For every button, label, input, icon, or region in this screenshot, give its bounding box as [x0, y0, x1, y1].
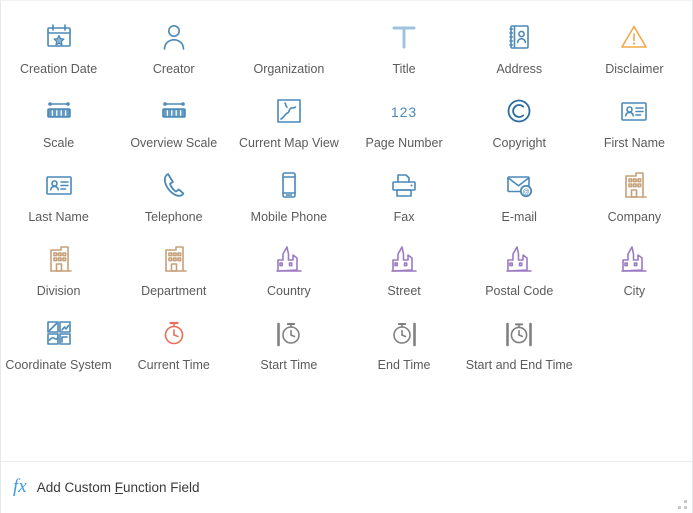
field-grid: Creation Date Creator Organization Title Add…	[1, 9, 692, 379]
stopwatch-end-icon	[382, 311, 426, 355]
stopwatch-start-end-icon	[497, 311, 541, 355]
cityscape-icon	[612, 237, 656, 281]
stopwatch-icon	[152, 311, 196, 355]
action-label-after: unction Field	[123, 480, 200, 495]
field-tile[interactable]: Fax	[346, 157, 461, 231]
stopwatch-start-icon	[267, 311, 311, 355]
text-t-icon	[382, 15, 426, 59]
field-tile-label: Current Time	[137, 358, 210, 372]
warning-triangle-icon	[612, 15, 656, 59]
digits-123-icon: 123	[382, 89, 426, 133]
person-icon	[152, 15, 196, 59]
field-tile-label: Title	[392, 62, 416, 76]
field-tile[interactable]: Postal Code	[462, 231, 577, 305]
field-tile-label: Telephone	[144, 210, 203, 224]
none	[267, 15, 311, 59]
field-tile[interactable]: End Time	[346, 305, 461, 379]
field-tile-label: Fax	[393, 210, 415, 224]
fx-icon: fx	[13, 476, 27, 497]
field-tile[interactable]: Company	[577, 157, 692, 231]
field-tile-label: E-mail	[501, 210, 537, 224]
contact-card-icon	[37, 163, 81, 207]
field-tile-label: City	[623, 284, 646, 298]
field-tile[interactable]: Address	[462, 9, 577, 83]
field-tile-label: Company	[607, 210, 662, 224]
envelope-at-icon: @	[497, 163, 541, 207]
office-building-icon	[37, 237, 81, 281]
field-tile-label: First Name	[603, 136, 665, 150]
svg-text:123: 123	[391, 104, 417, 120]
map-tiles-grid-icon	[37, 311, 81, 355]
office-building-icon	[152, 237, 196, 281]
copyright-icon	[497, 89, 541, 133]
add-custom-function-field-button[interactable]: Add Custom Function Field	[37, 480, 200, 495]
field-tile[interactable]: Copyright	[462, 83, 577, 157]
field-tile-label: Coordinate System	[5, 358, 112, 372]
field-tile[interactable]: Mobile Phone	[231, 157, 346, 231]
field-tile[interactable]: First Name	[577, 83, 692, 157]
address-book-icon	[497, 15, 541, 59]
field-tile[interactable]: Department	[116, 231, 231, 305]
field-tile-label: Division	[36, 284, 81, 298]
svg-text:@: @	[523, 189, 530, 196]
calendar-star-icon	[37, 15, 81, 59]
scale-bar-icon	[152, 89, 196, 133]
field-tile-label: Postal Code	[485, 284, 554, 298]
map-frame-icon	[267, 89, 311, 133]
field-tile[interactable]: Country	[231, 231, 346, 305]
field-tile[interactable]: Start and End Time	[462, 305, 577, 379]
field-tile[interactable]: @ E-mail	[462, 157, 577, 231]
field-tile-label: Page Number	[365, 136, 443, 150]
resize-grip-icon[interactable]	[677, 498, 688, 509]
field-tile-label: Last Name	[28, 210, 89, 224]
field-tile-label: Organization	[253, 62, 325, 76]
office-building-icon	[612, 163, 656, 207]
fax-printer-icon	[382, 163, 426, 207]
field-tile[interactable]: Street	[346, 231, 461, 305]
field-tile[interactable]: Scale	[1, 83, 116, 157]
field-tile[interactable]: Organization	[231, 9, 346, 83]
field-tile-label: Start Time	[260, 358, 318, 372]
field-tile[interactable]: Telephone	[116, 157, 231, 231]
contact-card-icon	[612, 89, 656, 133]
field-tile-label: Disclaimer	[605, 62, 664, 76]
cityscape-icon	[382, 237, 426, 281]
field-tile[interactable]: Current Time	[116, 305, 231, 379]
field-tile[interactable]: Overview Scale	[116, 83, 231, 157]
field-tile-label: Mobile Phone	[250, 210, 328, 224]
cityscape-icon	[497, 237, 541, 281]
field-tile-label: End Time	[377, 358, 431, 372]
action-label-accelerator: F	[114, 480, 124, 495]
cityscape-icon	[267, 237, 311, 281]
field-tile[interactable]: Title	[346, 9, 461, 83]
field-tile[interactable]: Current Map View	[231, 83, 346, 157]
field-tile-label: Street	[387, 284, 421, 298]
field-tile-label: Scale	[42, 136, 75, 150]
field-tile[interactable]: 123 Page Number	[346, 83, 461, 157]
field-gallery: Creation Date Creator Organization Title Add…	[1, 1, 692, 461]
field-tile[interactable]: Coordinate System	[1, 305, 116, 379]
field-tile-label: Current Map View	[239, 136, 339, 150]
field-tile[interactable]: Start Time	[231, 305, 346, 379]
field-tile-label: Country	[267, 284, 311, 298]
field-tile[interactable]: Creation Date	[1, 9, 116, 83]
field-tile-label: Start and End Time	[465, 358, 573, 372]
mobile-phone-icon	[267, 163, 311, 207]
field-tile[interactable]: City	[577, 231, 692, 305]
dynamic-text-picker-dialog: Creation Date Creator Organization Title Add…	[0, 0, 693, 513]
field-tile[interactable]: Last Name	[1, 157, 116, 231]
field-tile-label: Creator	[152, 62, 195, 76]
telephone-icon	[152, 163, 196, 207]
field-tile[interactable]: Disclaimer	[577, 9, 692, 83]
field-tile-label: Creation Date	[20, 62, 98, 76]
field-tile-label: Department	[141, 284, 207, 298]
field-tile-label: Copyright	[492, 136, 546, 150]
dialog-footer: fx Add Custom Function Field	[1, 461, 692, 513]
field-tile-label: Overview Scale	[130, 136, 218, 150]
field-tile-label: Address	[496, 62, 543, 76]
field-tile[interactable]: Creator	[116, 9, 231, 83]
scale-bar-icon	[37, 89, 81, 133]
action-label-before: Add Custom	[36, 480, 115, 495]
field-tile[interactable]: Division	[1, 231, 116, 305]
